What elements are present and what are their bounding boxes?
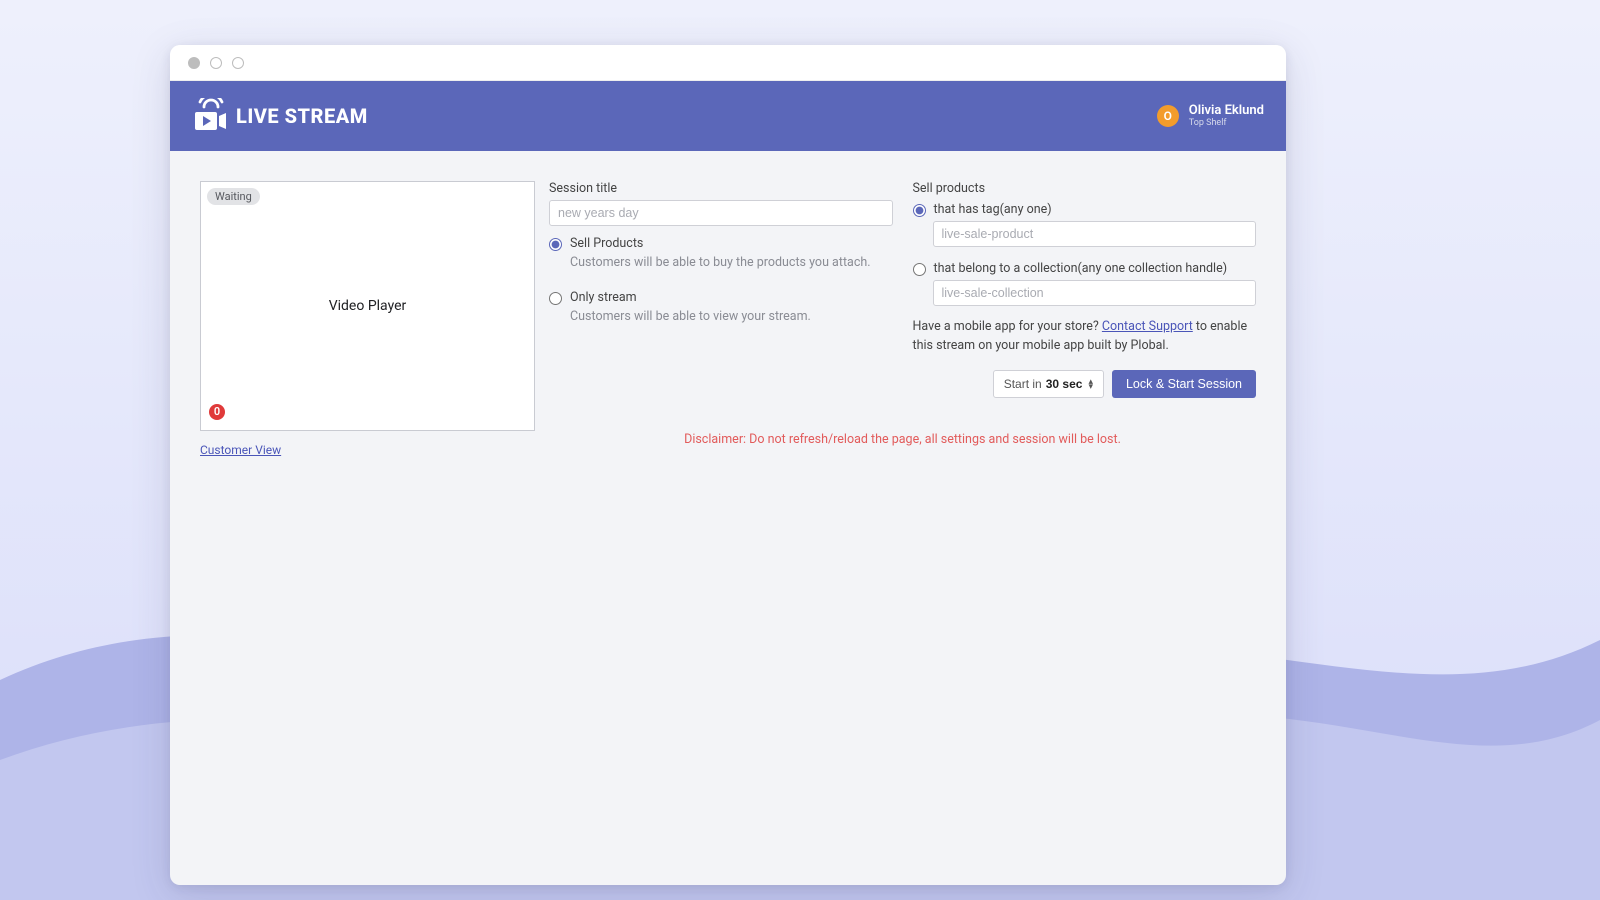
window-minimize-icon[interactable] bbox=[210, 57, 222, 69]
window-titlebar bbox=[170, 45, 1286, 81]
disclaimer-text: Disclaimer: Do not refresh/reload the pa… bbox=[549, 432, 1256, 458]
video-placeholder-text: Video Player bbox=[329, 298, 407, 314]
radio-sell-products-label: Sell Products bbox=[570, 236, 893, 251]
radio-collection[interactable] bbox=[913, 263, 926, 276]
viewer-count-badge: 0 bbox=[209, 404, 225, 420]
user-menu[interactable]: O Olivia Eklund Top Shelf bbox=[1157, 104, 1264, 128]
radio-only-stream-label: Only stream bbox=[570, 290, 893, 305]
support-note: Have a mobile app for your store? Contac… bbox=[913, 318, 1257, 356]
brand-logo-icon bbox=[192, 98, 230, 134]
user-name: Olivia Eklund bbox=[1189, 104, 1264, 118]
app-header: LIVE STREAM O Olivia Eklund Top Shelf bbox=[170, 81, 1286, 151]
window-close-icon[interactable] bbox=[188, 57, 200, 69]
radio-sell-products-desc: Customers will be able to buy the produc… bbox=[570, 254, 893, 272]
sell-products-label: Sell products bbox=[913, 181, 1257, 196]
radio-has-tag-label: that has tag(any one) bbox=[934, 202, 1052, 217]
radio-collection-label: that belong to a collection(any one coll… bbox=[934, 261, 1228, 276]
radio-only-stream-desc: Customers will be able to view your stre… bbox=[570, 308, 893, 326]
session-title-label: Session title bbox=[549, 181, 893, 196]
customer-view-link[interactable]: Customer View bbox=[200, 443, 281, 457]
radio-only-stream[interactable] bbox=[549, 292, 562, 305]
tag-input[interactable] bbox=[933, 221, 1257, 247]
lock-start-button[interactable]: Lock & Start Session bbox=[1112, 370, 1256, 398]
video-player: Waiting Video Player 0 bbox=[200, 181, 535, 431]
brand-name: LIVE STREAM bbox=[236, 104, 368, 128]
chevron-up-down-icon: ▴▾ bbox=[1088, 379, 1093, 388]
start-delay-select[interactable]: Start in 30 sec ▴▾ bbox=[993, 370, 1104, 398]
session-title-input[interactable] bbox=[549, 200, 893, 226]
brand: LIVE STREAM bbox=[192, 98, 368, 134]
contact-support-link[interactable]: Contact Support bbox=[1102, 319, 1193, 334]
avatar: O bbox=[1157, 105, 1179, 127]
radio-sell-products[interactable] bbox=[549, 238, 562, 251]
collection-input[interactable] bbox=[933, 280, 1257, 306]
app-window: LIVE STREAM O Olivia Eklund Top Shelf Wa… bbox=[170, 45, 1286, 885]
status-badge: Waiting bbox=[207, 188, 260, 205]
user-subtitle: Top Shelf bbox=[1189, 118, 1264, 128]
radio-has-tag[interactable] bbox=[913, 204, 926, 217]
window-zoom-icon[interactable] bbox=[232, 57, 244, 69]
